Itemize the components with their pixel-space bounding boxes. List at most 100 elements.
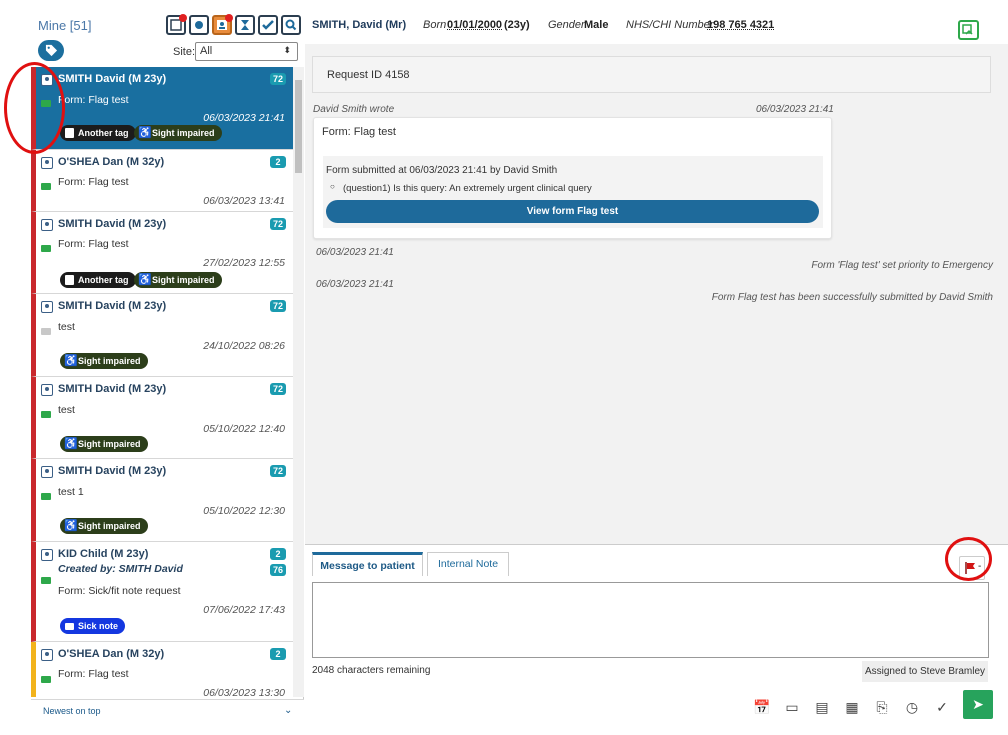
list-item[interactable]: O'SHEA Dan (M 32y) 2 Form: Flag test 06/… xyxy=(31,150,293,212)
gender-value: Male xyxy=(584,19,609,31)
patient-record-icon[interactable] xyxy=(958,20,979,40)
item-date: 24/10/2022 08:26 xyxy=(203,340,285,352)
message-textarea[interactable] xyxy=(312,582,989,658)
patient-name: SMITH David (M 23y) xyxy=(58,218,167,230)
patient-icon xyxy=(41,157,53,169)
user-filter-icon[interactable] xyxy=(212,14,233,35)
form-summary: Form submitted at 06/03/2023 21:41 by Da… xyxy=(323,156,823,228)
created-by: Created by: SMITH David xyxy=(58,563,183,575)
tag-badge: ♿ Sight impaired xyxy=(60,436,148,452)
message-icon xyxy=(41,411,51,418)
unread-badge: 72 xyxy=(270,300,286,312)
list-header: Mine [51] Site: All ⬍ xyxy=(31,0,304,67)
count-badge: 76 xyxy=(270,564,286,576)
patient-name: O'SHEA Dan (M 32y) xyxy=(58,156,165,168)
list-item[interactable]: SMITH David (M 23y) 72 test 24/10/2022 0… xyxy=(31,294,293,377)
list-item[interactable]: O'SHEA Dan (M 32y) 2 Form: Flag test 06/… xyxy=(31,642,293,697)
item-date: 06/03/2023 13:41 xyxy=(203,195,285,207)
event-text: Form Flag test has been successfully sub… xyxy=(711,292,993,303)
message-icon xyxy=(41,676,51,683)
site-select[interactable]: All ⬍ xyxy=(195,42,298,61)
schedule-calendar-icon[interactable]: 📅 xyxy=(753,698,771,716)
item-subject: test xyxy=(58,404,75,416)
snooze-clock-icon[interactable]: ◷ xyxy=(903,698,921,716)
send-button[interactable]: ➤ xyxy=(963,690,993,719)
hourglass-filter-icon[interactable] xyxy=(235,15,255,35)
item-date: 07/06/2022 17:43 xyxy=(203,604,285,616)
patient-name: SMITH David (M 23y) xyxy=(58,465,167,477)
circle-filter-icon[interactable] xyxy=(189,15,209,35)
item-subject: Form: Sick/fit note request xyxy=(58,585,181,597)
attachment-icon[interactable]: ⎘ xyxy=(873,698,891,716)
message-icon xyxy=(41,183,51,190)
document-template-icon[interactable]: ▤ xyxy=(813,698,831,716)
message-icon xyxy=(41,493,51,500)
tab-message-to-patient[interactable]: Message to patient xyxy=(312,552,423,576)
item-subject: test 1 xyxy=(58,486,84,498)
item-subject: Form: Flag test xyxy=(58,668,129,680)
item-date: 27/02/2023 12:55 xyxy=(203,257,285,269)
conversation-panel: SMITH, David (Mr) Born 01/01/2000 (23y) … xyxy=(305,0,1008,724)
unread-badge: 2 xyxy=(270,648,286,660)
patient-icon xyxy=(41,649,53,661)
patient-icon xyxy=(41,549,53,561)
patient-icon xyxy=(41,301,53,313)
form-question: (question1) Is this query: An extremely … xyxy=(330,182,592,194)
patient-icon xyxy=(41,466,53,478)
message-template-icon[interactable]: ▦ xyxy=(843,698,861,716)
site-select-value: All xyxy=(200,45,213,57)
sort-label: Newest on top xyxy=(43,706,101,716)
patient-name: KID Child (M 23y) xyxy=(58,548,149,560)
unread-badge: 72 xyxy=(270,465,286,477)
tag-badge: ♿ Sight impaired xyxy=(134,125,222,141)
tag-badge: Another tag xyxy=(60,125,136,141)
conversation-list-panel: Mine [51] Site: All ⬍ SMITH David (M 23y)… xyxy=(31,0,304,723)
complete-check-icon[interactable]: ✓ xyxy=(933,698,951,716)
list-item[interactable]: SMITH David (M 23y) 72 test 1 05/10/2022… xyxy=(31,459,293,542)
item-subject: Form: Flag test xyxy=(58,238,129,250)
annotation-circle xyxy=(945,537,992,581)
site-label: Site: xyxy=(173,46,196,58)
tab-internal-note[interactable]: Internal Note xyxy=(427,552,509,576)
message-title: Form: Flag test xyxy=(322,126,396,138)
message-date: 06/03/2023 21:41 xyxy=(756,104,834,115)
tag-filter-button[interactable] xyxy=(38,40,64,61)
message-icon xyxy=(41,577,51,584)
event-date: 06/03/2023 21:41 xyxy=(316,247,394,258)
patient-name: SMITH David (M 23y) xyxy=(58,383,167,395)
item-subject: test xyxy=(58,321,75,333)
check-filter-icon[interactable] xyxy=(258,15,278,35)
list-item[interactable]: KID Child (M 23y) 2 Created by: SMITH Da… xyxy=(31,542,293,642)
list-item[interactable]: SMITH David (M 23y) 72 test 05/10/2022 1… xyxy=(31,377,293,459)
message-card: Form: Flag test Form submitted at 06/03/… xyxy=(313,117,832,239)
video-call-icon[interactable]: ▭ xyxy=(783,698,801,716)
item-subject: Form: Flag test xyxy=(58,94,129,106)
dob-value: 01/01/2000 xyxy=(447,19,503,31)
unread-badge: 72 xyxy=(270,73,286,85)
tag-badge: ♿ Sight impaired xyxy=(60,518,148,534)
nhs-label: NHS/CHI Number xyxy=(626,19,714,31)
patient-icon xyxy=(41,219,53,231)
view-form-button[interactable]: View form Flag test xyxy=(326,200,819,223)
item-subject: Form: Flag test xyxy=(58,176,129,188)
born-label: Born xyxy=(423,19,447,31)
item-date: 05/10/2022 12:40 xyxy=(203,423,285,435)
sort-select[interactable]: Newest on top ⌄ xyxy=(31,699,304,723)
conversation-list: SMITH David (M 23y) 72 Form: Flag test 0… xyxy=(31,67,293,697)
patient-name: O'SHEA Dan (M 32y) xyxy=(58,648,165,660)
search-filter-icon[interactable] xyxy=(281,15,301,35)
tag-icon xyxy=(45,44,57,57)
event-text: Form 'Flag test' set priority to Emergen… xyxy=(811,260,993,271)
send-icon: ➤ xyxy=(972,696,984,712)
gender-label: Gender xyxy=(548,19,585,31)
tag-badge: Sick note xyxy=(60,618,126,634)
flag-filter-icon[interactable] xyxy=(166,14,187,35)
tag-badge: ♿ Sight impaired xyxy=(60,353,148,369)
chevron-down-icon: ⌄ xyxy=(284,705,293,716)
list-scrollbar-thumb[interactable] xyxy=(295,80,302,173)
unread-badge: 72 xyxy=(270,383,286,395)
assigned-to-button[interactable]: Assigned to Steve Bramley xyxy=(862,661,988,682)
list-item[interactable]: SMITH David (M 23y) 72 Form: Flag test 2… xyxy=(31,212,293,294)
item-date: 05/10/2022 12:30 xyxy=(203,505,285,517)
list-item[interactable]: SMITH David (M 23y) 72 Form: Flag test 0… xyxy=(31,67,293,150)
